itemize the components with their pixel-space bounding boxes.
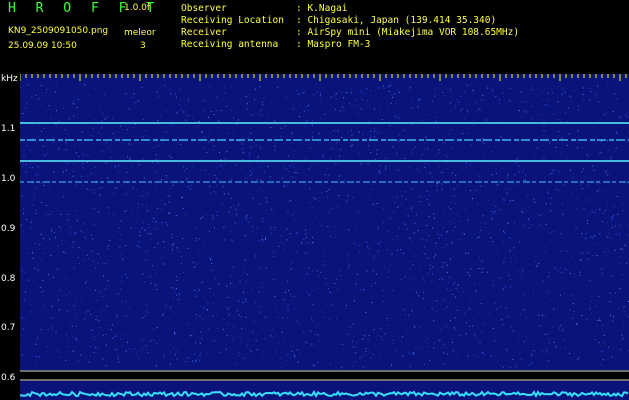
info-row-receiver: Receiver: AirSpy mini (Miakejima VOR 108… (181, 27, 520, 38)
info-row-observer: Observer: K.Nagai (181, 3, 348, 14)
y-tick-label: 0.7 (1, 323, 16, 333)
filename-label: KN9_2509091050.png (8, 26, 109, 36)
y-tick-label: 0.9 (1, 224, 16, 234)
info-row-location: Receiving Location: Chigasaki, Japan (13… (181, 15, 497, 26)
meleor-label: meleor (124, 28, 156, 38)
header-panel: H R O F F T 1.0.0f KN9_2509091050.png 25… (0, 0, 629, 74)
version-label: 1.0.0f (124, 3, 151, 13)
meleor-count: 3 (140, 41, 146, 51)
y-tick-label: 0.6 (1, 373, 16, 383)
y-tick-label: 1.1 (1, 124, 16, 134)
y-tick-label: 0.8 (1, 274, 16, 284)
timestamp-label: 25.09.09 10:50 (8, 41, 77, 51)
y-tick-label: 1.0 (1, 174, 16, 184)
info-row-antenna: Receiving antenna: Maspro FM-3 (181, 39, 371, 50)
baseline-band (20, 370, 629, 381)
y-axis-unit: kHz (1, 74, 18, 84)
observer-info: Observer: K.Nagai Receiving Location: Ch… (181, 3, 519, 51)
spectrogram-plot (20, 74, 629, 400)
